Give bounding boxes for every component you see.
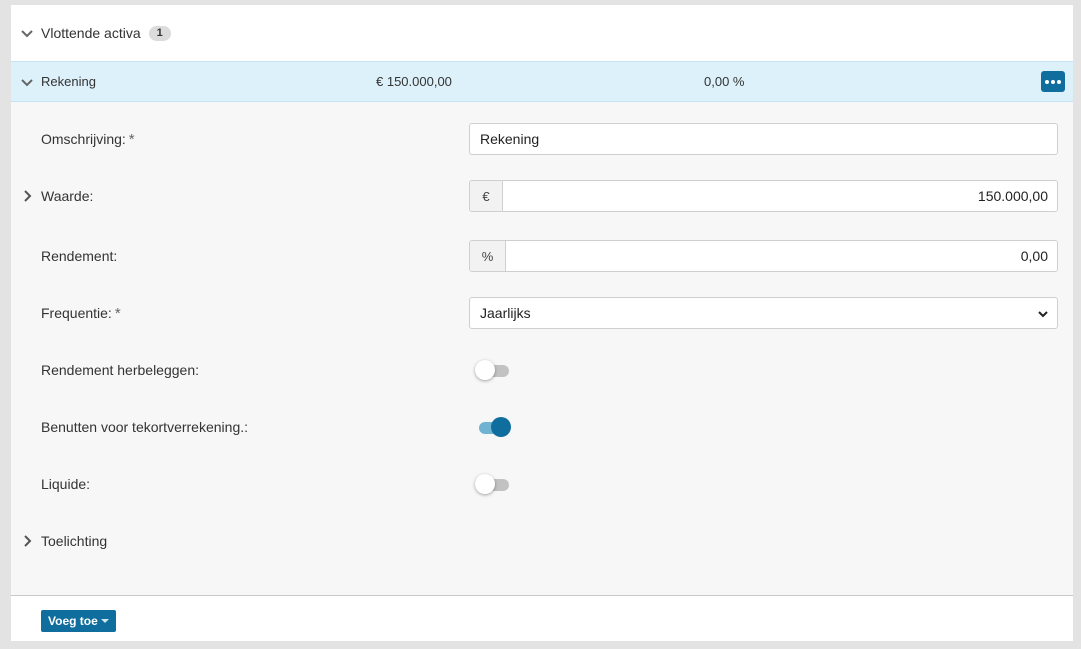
chevron-right-icon[interactable] <box>19 533 35 552</box>
rendement-row: Rendement: % <box>11 240 1073 272</box>
chevron-right-icon[interactable] <box>19 188 35 207</box>
item-amount: € 150.000,00 <box>376 74 452 89</box>
add-button[interactable]: Voeg toe <box>41 610 116 632</box>
omschrijving-label: Omschrijving: * <box>41 130 135 148</box>
omschrijving-row: Omschrijving: * <box>11 123 1073 155</box>
percent-prefix: % <box>470 241 506 271</box>
waarde-label: Waarde: <box>41 188 94 204</box>
frequentie-select[interactable]: Jaarlijks <box>469 297 1058 329</box>
item-row-rekening[interactable]: Rekening € 150.000,00 0,00 % <box>11 61 1073 102</box>
more-options-button[interactable] <box>1041 71 1065 92</box>
footer: Voeg toe <box>11 595 1073 641</box>
toelichting-row[interactable]: Toelichting <box>11 525 1073 557</box>
rendement-input-group: % <box>469 240 1058 272</box>
waarde-input[interactable] <box>503 181 1057 211</box>
waarde-row: Waarde: € <box>11 180 1073 212</box>
chevron-down-icon[interactable] <box>19 25 35 41</box>
required-mark: * <box>114 304 121 322</box>
chevron-down-icon <box>1035 306 1051 322</box>
item-name: Rekening <box>41 74 96 89</box>
liquide-row: Liquide: <box>11 468 1073 500</box>
rendement-herbeleggen-toggle[interactable] <box>475 359 511 381</box>
rendement-herbeleggen-row: Rendement herbeleggen: <box>11 354 1073 386</box>
rendement-input[interactable] <box>506 241 1057 271</box>
rendement-label: Rendement: <box>41 248 118 264</box>
count-badge: 1 <box>148 25 171 41</box>
chevron-down-icon[interactable] <box>19 74 35 90</box>
caret-down-icon <box>100 619 109 623</box>
activa-panel: Vlottende activa 1 Rekening € 150.000,00… <box>11 5 1073 641</box>
benutten-toggle[interactable] <box>475 416 511 438</box>
frequentie-row: Frequentie: * Jaarlijks <box>11 297 1073 329</box>
euro-prefix: € <box>470 181 503 211</box>
omschrijving-input[interactable] <box>469 123 1058 155</box>
benutten-label: Benutten voor tekortverrekening.: <box>41 419 249 435</box>
toelichting-label: Toelichting <box>41 533 108 549</box>
frequentie-selected: Jaarlijks <box>480 305 531 321</box>
item-percentage: 0,00 % <box>704 74 745 89</box>
required-mark: * <box>128 130 135 148</box>
section-title: Vlottende activa <box>41 25 141 41</box>
waarde-input-group: € <box>469 180 1058 212</box>
liquide-toggle[interactable] <box>475 473 511 495</box>
ellipsis-icon <box>1045 79 1049 84</box>
frequentie-label: Frequentie: * <box>41 304 121 322</box>
liquide-label: Liquide: <box>41 476 91 492</box>
rendement-herbeleggen-label: Rendement herbeleggen: <box>41 362 200 378</box>
benutten-row: Benutten voor tekortverrekening.: <box>11 411 1073 443</box>
section-header[interactable]: Vlottende activa 1 <box>11 5 1073 61</box>
